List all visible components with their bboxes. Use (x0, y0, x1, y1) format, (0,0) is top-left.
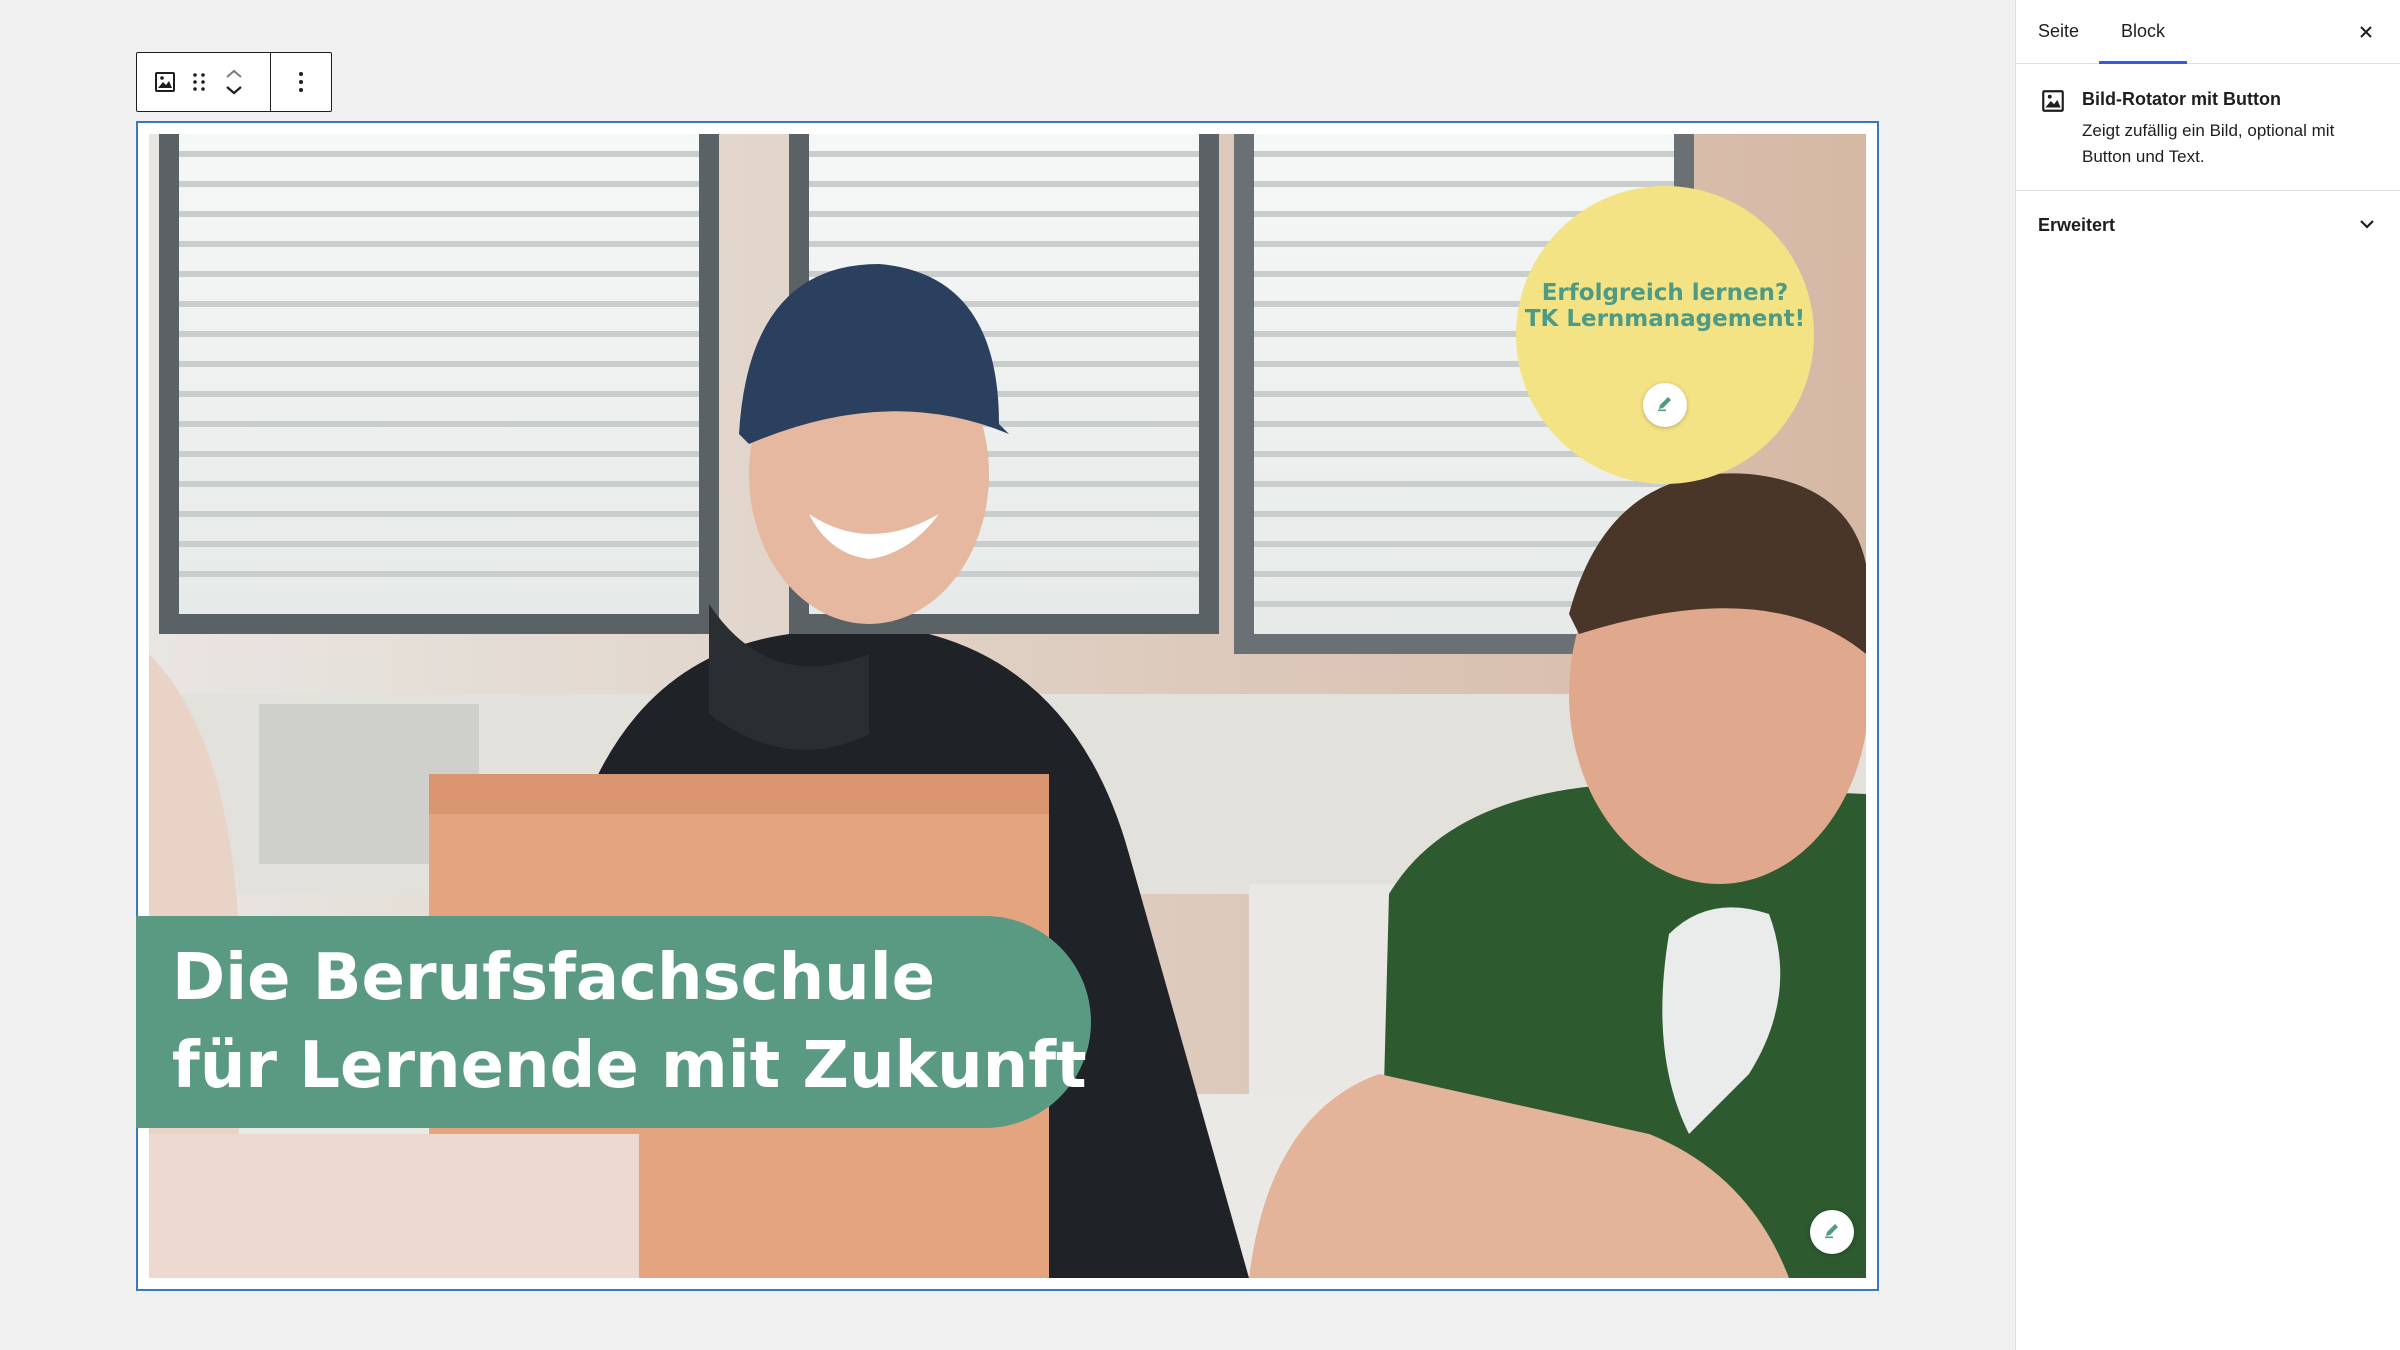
block-toolbar-group-options (271, 53, 331, 111)
caption-line-2: für Lernende mit Zukunft (172, 1029, 1087, 1103)
promo-line-2: TK Lernmanagement! (1524, 306, 1806, 332)
image-icon (2040, 88, 2066, 114)
image-icon[interactable] (153, 70, 177, 94)
panel-advanced-toggle[interactable]: Erweitert (2016, 191, 2400, 259)
edit-promo-button[interactable] (1643, 383, 1687, 427)
panel-advanced-title: Erweitert (2038, 214, 2116, 235)
block-toolbar (136, 52, 332, 112)
block-card-content: Bild-Rotator mit Button Zeigt zufällig e… (2082, 86, 2372, 170)
edit-image-button[interactable] (1810, 1210, 1854, 1254)
chevron-up-icon[interactable] (225, 69, 243, 79)
block-card: Bild-Rotator mit Button Zeigt zufällig e… (2016, 64, 2400, 191)
hero-caption[interactable]: Die Berufsfachschule für Lernende mit Zu… (136, 916, 1091, 1128)
close-icon[interactable] (2354, 20, 2378, 44)
chevron-down-icon (2358, 216, 2376, 234)
drag-handle-icon[interactable] (191, 71, 207, 93)
tab-block[interactable]: Block (2099, 0, 2188, 64)
settings-sidebar: Seite Block Bild-Rotator mit Button Zeig… (2015, 0, 2400, 1350)
editor-canvas: Die Berufsfachschule für Lernende mit Zu… (0, 0, 2015, 1350)
block-card-description: Zeigt zufällig ein Bild, optional mit Bu… (2082, 121, 2335, 166)
block-movers (225, 69, 243, 95)
tab-page[interactable]: Seite (2038, 0, 2079, 63)
pencil-icon (1823, 1221, 1841, 1244)
more-vertical-icon[interactable] (297, 71, 305, 93)
promo-line-1: Erfolgreich lernen? (1541, 280, 1789, 306)
promo-button-circle[interactable]: Erfolgreich lernen? TK Lernmanagement! (1516, 186, 1814, 484)
caption-line-1: Die Berufsfachschule (172, 941, 936, 1015)
block-card-title: Bild-Rotator mit Button (2082, 89, 2281, 109)
pencil-icon (1656, 394, 1674, 417)
sidebar-tabs: Seite Block (2016, 0, 2400, 64)
chevron-down-icon[interactable] (225, 85, 243, 95)
block-toolbar-group-main (137, 53, 271, 111)
